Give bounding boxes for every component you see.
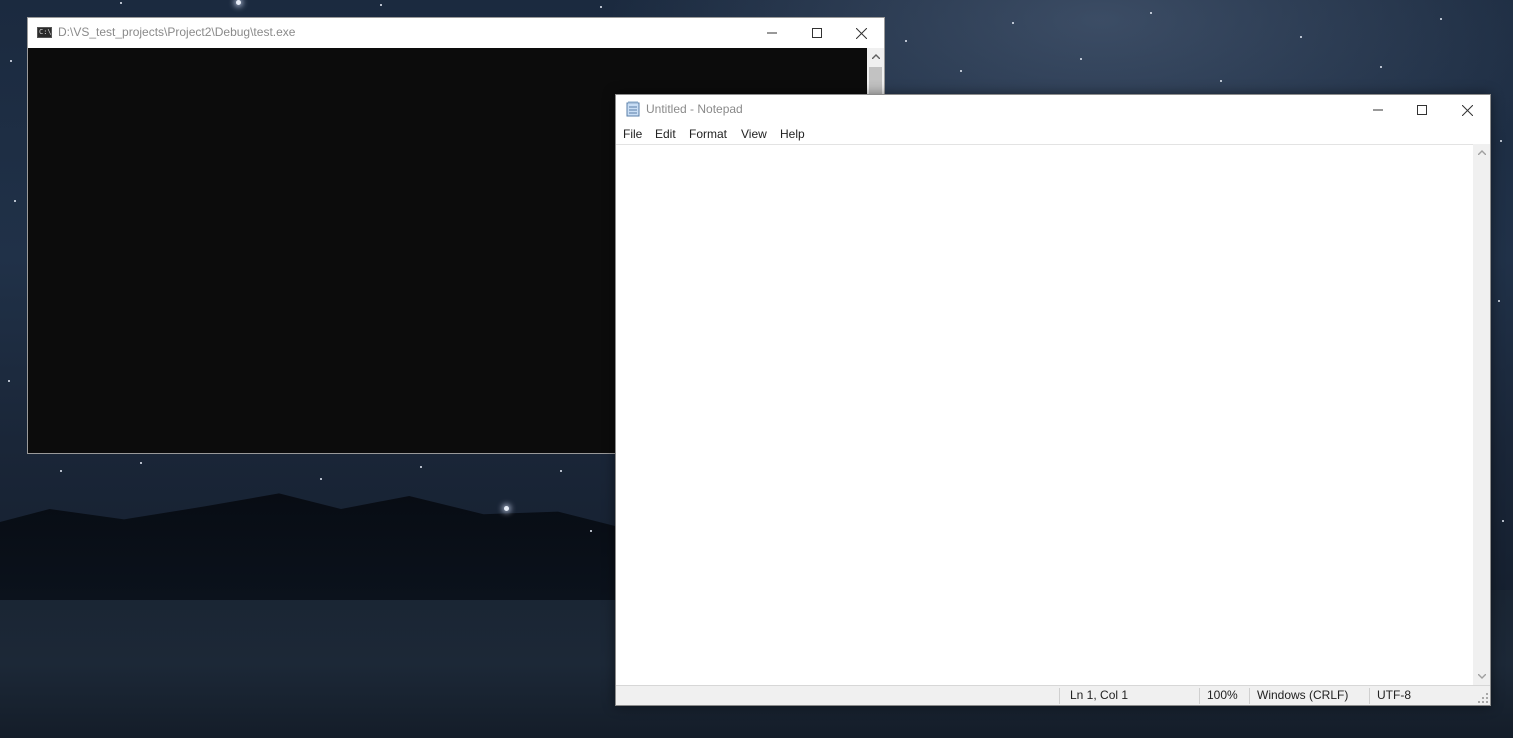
menu-edit[interactable]: Edit — [655, 127, 676, 141]
star — [420, 466, 422, 468]
status-zoom: 100% — [1207, 688, 1238, 702]
star — [10, 60, 12, 62]
notepad-vertical-scrollbar[interactable] — [1473, 144, 1490, 685]
wallpaper-hill — [0, 493, 620, 600]
console-minimize-button[interactable] — [749, 18, 794, 48]
star — [905, 40, 907, 42]
menu-view[interactable]: View — [741, 127, 767, 141]
star — [1080, 58, 1082, 60]
notepad-menubar: File Edit Format View Help — [616, 125, 1490, 144]
console-window-title: D:\VS_test_projects\Project2\Debug\test.… — [58, 25, 296, 39]
star — [1440, 18, 1442, 20]
notepad-icon — [626, 101, 640, 117]
minimize-icon — [766, 32, 777, 34]
status-cursor-position: Ln 1, Col 1 — [1070, 688, 1129, 702]
star — [590, 530, 592, 532]
star — [1502, 520, 1504, 522]
star — [600, 6, 602, 8]
status-separator — [1249, 688, 1250, 704]
chevron-up-icon — [1477, 150, 1486, 155]
console-scroll-thumb[interactable] — [869, 67, 882, 97]
star — [1012, 22, 1014, 24]
status-separator — [1369, 688, 1370, 704]
star — [320, 478, 322, 480]
close-icon — [1462, 104, 1473, 116]
notepad-window[interactable]: Untitled - Notepad File Edit Format View… — [615, 94, 1491, 706]
notepad-maximize-button[interactable] — [1399, 95, 1444, 125]
console-app-icon: C:\ — [37, 27, 52, 38]
star — [1498, 300, 1500, 302]
star — [14, 200, 16, 202]
notepad-text-area[interactable] — [616, 144, 1473, 685]
menu-format[interactable]: Format — [689, 127, 727, 141]
status-separator — [1059, 688, 1060, 704]
minimize-icon — [1372, 109, 1383, 111]
resize-grip-icon[interactable] — [1478, 693, 1488, 703]
star — [236, 0, 241, 5]
close-icon — [856, 27, 867, 39]
star — [140, 462, 142, 464]
star — [1500, 140, 1502, 142]
notepad-status-bar: Ln 1, Col 1 100% Windows (CRLF) UTF-8 — [616, 685, 1490, 705]
notepad-scroll-up-button[interactable] — [1473, 144, 1490, 161]
star — [8, 380, 10, 382]
star — [960, 70, 962, 72]
star — [380, 4, 382, 6]
console-scroll-up-button[interactable] — [867, 48, 884, 65]
star — [1220, 80, 1222, 82]
star — [60, 470, 62, 472]
star — [1300, 36, 1302, 38]
maximize-icon — [1416, 105, 1427, 115]
notepad-minimize-button[interactable] — [1355, 95, 1400, 125]
notepad-scroll-down-button[interactable] — [1473, 668, 1490, 685]
notepad-titlebar[interactable]: Untitled - Notepad — [616, 95, 1490, 125]
console-maximize-button[interactable] — [794, 18, 839, 48]
chevron-down-icon — [1477, 674, 1486, 679]
star — [560, 470, 562, 472]
maximize-icon — [811, 28, 822, 38]
status-encoding: UTF-8 — [1377, 688, 1411, 702]
star — [1380, 66, 1382, 68]
menu-help[interactable]: Help — [780, 127, 805, 141]
chevron-up-icon — [871, 54, 880, 59]
notepad-close-button[interactable] — [1445, 95, 1490, 125]
console-titlebar[interactable]: C:\ D:\VS_test_projects\Project2\Debug\t… — [28, 18, 884, 48]
console-close-button[interactable] — [839, 18, 884, 48]
status-line-ending: Windows (CRLF) — [1257, 688, 1349, 702]
star — [504, 506, 509, 511]
status-separator — [1199, 688, 1200, 704]
star — [1150, 12, 1152, 14]
menu-file[interactable]: File — [623, 127, 642, 141]
star — [120, 2, 122, 4]
notepad-window-title: Untitled - Notepad — [646, 102, 743, 116]
